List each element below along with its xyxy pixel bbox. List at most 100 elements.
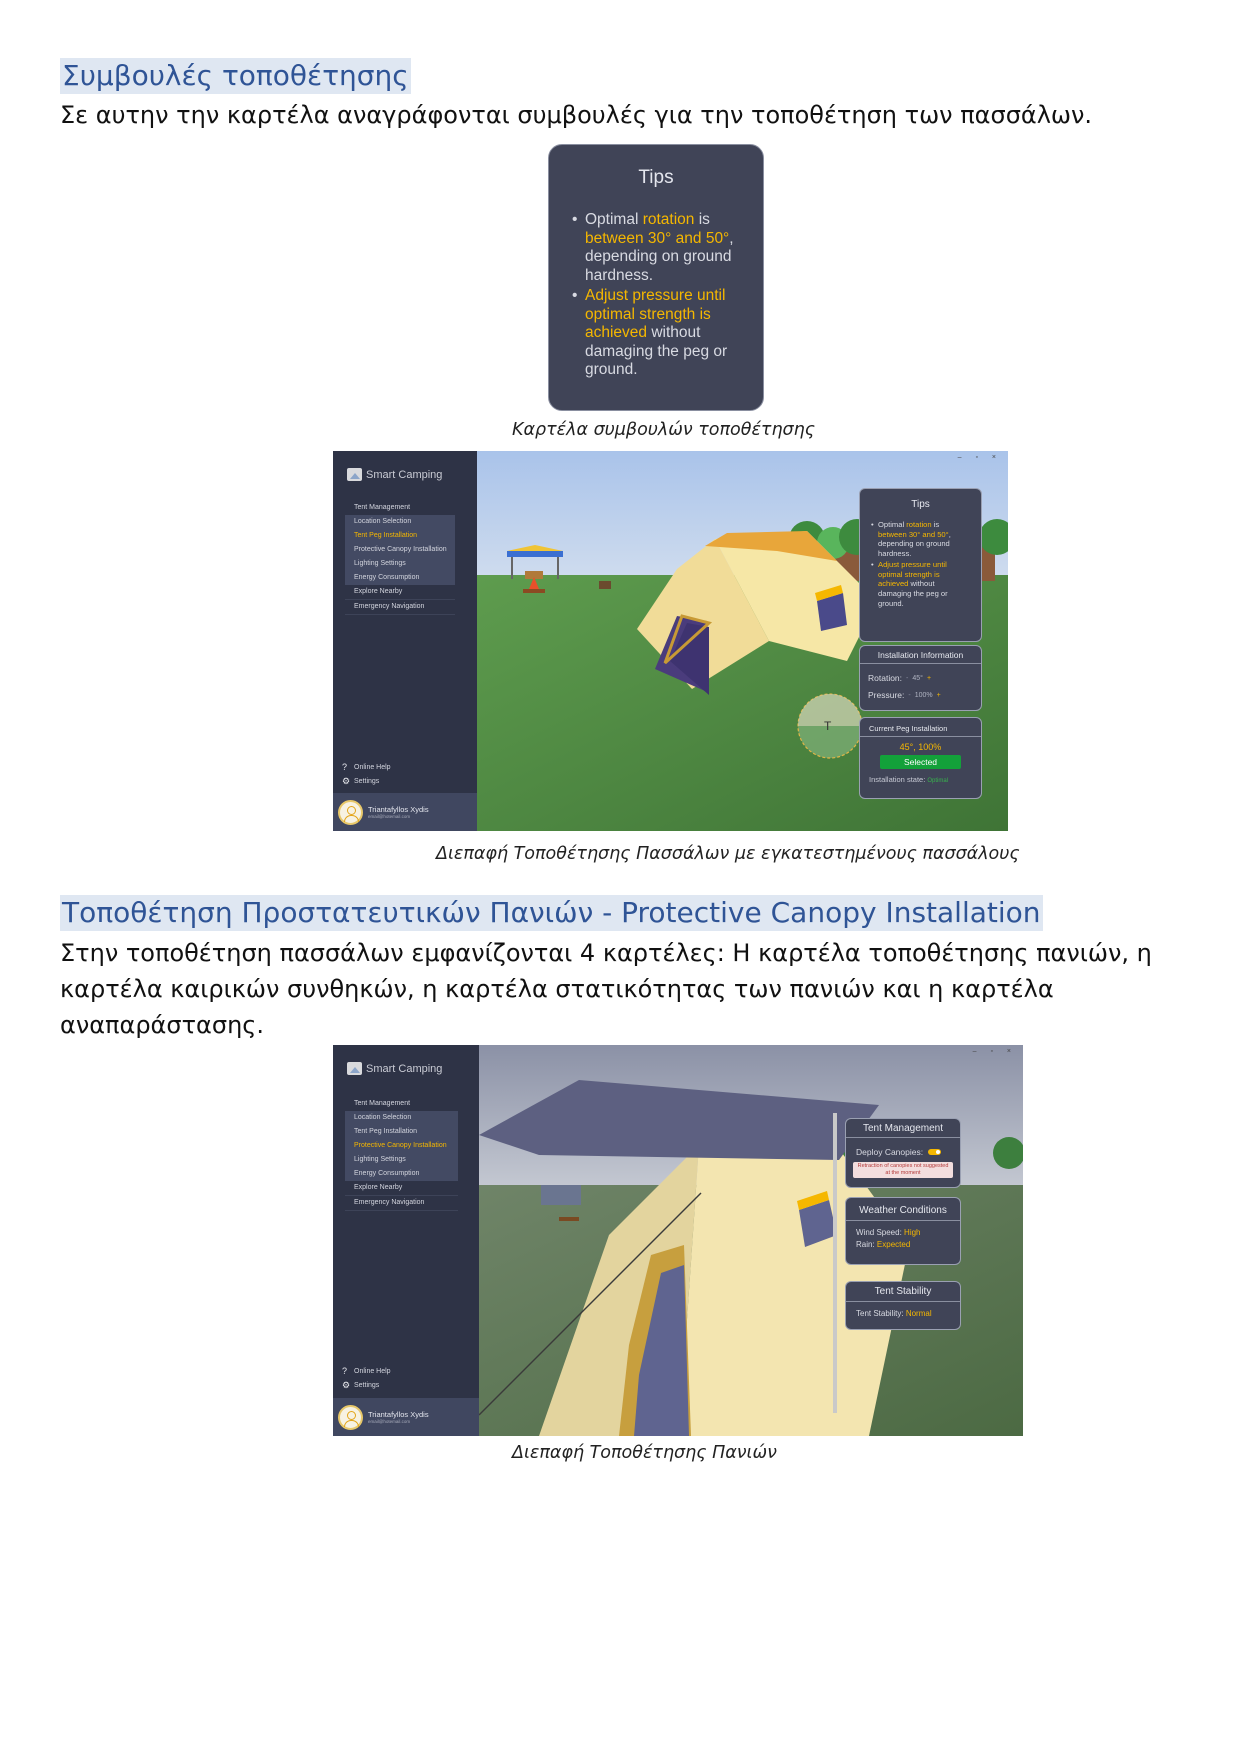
settings-link[interactable]: ⚙ Settings: [342, 1380, 379, 1391]
pressure-decrease-button[interactable]: -: [908, 692, 910, 699]
user-name: Triantafyllos Xydis: [368, 805, 429, 814]
tent-management-panel: Tent Management Deploy Canopies: Retract…: [845, 1118, 961, 1188]
window-controls[interactable]: – ▫ ×: [973, 1048, 1017, 1055]
tent-stability-label: Tent Stability:: [856, 1309, 904, 1318]
peg-installation-screenshot: Smart Camping Tent Management Location S…: [333, 451, 1008, 831]
current-peg-installation-panel: Current Peg Installation 45°, 100% Selec…: [859, 717, 982, 799]
tent-management-title: Tent Management: [846, 1123, 960, 1138]
rotation-increase-button[interactable]: +: [927, 675, 931, 682]
tip-rotation: Optimal rotation is between 30° and 50°,…: [572, 211, 745, 285]
gear-icon: ⚙: [342, 1380, 351, 1390]
logo-icon: [347, 1062, 362, 1075]
rotation-decrease-button[interactable]: -: [906, 675, 908, 682]
avatar: [338, 799, 363, 825]
section-paragraph-canopy: Στην τοποθέτηση πασσάλων εμφανίζονται 4 …: [60, 939, 1152, 1039]
wind-speed-value: High: [904, 1228, 921, 1237]
gazebo: [541, 1185, 581, 1205]
nav-emergency-navigation[interactable]: Emergency Navigation: [345, 1196, 458, 1210]
figure-caption-tips: Καρτέλα συμβουλών τοποθέτησης: [512, 420, 816, 440]
canopy-warning-message: Retraction of canopies not suggested at …: [853, 1162, 953, 1178]
nav-protective-canopy-installation[interactable]: Protective Canopy Installation: [345, 543, 455, 557]
current-peg-value: 45°, 100%: [899, 742, 942, 752]
window-controls[interactable]: – ▫ ×: [958, 454, 1002, 461]
nav-menu: Tent Management Location Selection Tent …: [345, 1097, 458, 1211]
installation-information-title: Installation Information: [860, 650, 981, 664]
nav-lighting-settings[interactable]: Lighting Settings: [345, 557, 455, 571]
user-email: email@hotemail.com: [368, 814, 411, 819]
settings-link[interactable]: ⚙ Settings: [342, 776, 379, 787]
selected-button[interactable]: Selected: [880, 755, 961, 769]
canopy-pole: [833, 1113, 837, 1413]
nav-lighting-settings[interactable]: Lighting Settings: [345, 1153, 458, 1167]
tent-stability-title: Tent Stability: [846, 1286, 960, 1302]
tips-title: Tips: [638, 167, 674, 188]
rain-value: Expected: [876, 1240, 911, 1249]
logo-icon: [347, 468, 362, 481]
campfire: [559, 1217, 579, 1221]
gear-icon: ⚙: [342, 776, 351, 786]
tip-rotation-small: Optimal rotation is between 30° and 50°,…: [871, 520, 958, 559]
nav-emergency-navigation[interactable]: Emergency Navigation: [345, 600, 455, 614]
nav-energy-consumption[interactable]: Energy Consumption: [345, 1167, 458, 1181]
nav-tent-management[interactable]: Tent Management: [345, 501, 455, 515]
nav-explore-nearby[interactable]: Explore Nearby: [345, 1181, 458, 1195]
wind-speed-label: Wind Speed:: [856, 1228, 902, 1237]
peg-marker-label[interactable]: T: [824, 719, 831, 733]
tips-list: Optimal rotation is between 30° and 50°,…: [572, 211, 763, 380]
pressure-value: 100%: [914, 691, 933, 699]
pressure-increase-button[interactable]: +: [937, 692, 941, 699]
rotation-label: Rotation:: [868, 673, 903, 683]
user-name: Triantafyllos Xydis: [368, 1410, 429, 1419]
installation-state-value: Optimal: [927, 778, 949, 784]
sidebar: Smart Camping Tent Management Location S…: [333, 1045, 479, 1436]
3d-scene[interactable]: T – ▫ × Tips Optimal rotation is between…: [477, 451, 1008, 831]
user-profile[interactable]: Triantafyllos Xydis email@hotemail.com: [333, 793, 477, 831]
3d-scene[interactable]: – ▫ × Tent Management Deploy Canopies: R…: [479, 1045, 1023, 1436]
figure-caption-canopy-interface: Διεπαφή Τοποθέτησης Πανιών: [512, 1443, 777, 1463]
app-logo: Smart Camping: [347, 1062, 442, 1075]
section-heading-canopy: Τοποθέτηση Προστατευτικών Πανιών - Prote…: [60, 895, 1043, 931]
nav-explore-nearby[interactable]: Explore Nearby: [345, 585, 455, 599]
online-help-link[interactable]: ? Online Help: [342, 762, 391, 772]
tent-stability-row: Tent Stability: Normal: [856, 1309, 960, 1318]
nav-protective-canopy-installation[interactable]: Protective Canopy Installation: [345, 1139, 458, 1153]
section-paragraph-tips: Σε αυτην την καρτέλα αναγράφονται συμβου…: [60, 101, 1093, 129]
question-icon: ?: [342, 1366, 348, 1376]
tent-stability-panel: Tent Stability Tent Stability: Normal: [845, 1281, 961, 1330]
question-icon: ?: [342, 762, 348, 772]
installation-information-panel: Installation Information Rotation: - 45°…: [859, 645, 982, 711]
nav-location-selection[interactable]: Location Selection: [345, 1111, 458, 1125]
nav-tent-peg-installation[interactable]: Tent Peg Installation: [345, 529, 455, 543]
figure-caption-peg-interface: Διεπαφή Τοποθέτησης Πασσάλων με εγκατεστ…: [436, 844, 1020, 864]
nav-energy-consumption[interactable]: Energy Consumption: [345, 571, 455, 585]
installation-state-row: Installation state: Optimal: [869, 775, 981, 784]
wind-speed-row: Wind Speed: High: [856, 1228, 960, 1237]
nav-tent-peg-installation[interactable]: Tent Peg Installation: [345, 1125, 458, 1139]
tips-panel-list: Optimal rotation is between 30° and 50°,…: [871, 520, 981, 609]
rotation-value: 45°: [912, 674, 923, 682]
tip-pressure-small: Adjust pressure until optimal strength i…: [871, 560, 958, 609]
axe-stump: [599, 581, 611, 589]
nav-location-selection[interactable]: Location Selection: [345, 515, 455, 529]
pressure-label: Pressure:: [868, 690, 905, 700]
deploy-canopies-toggle[interactable]: [928, 1149, 942, 1155]
rain-label: Rain:: [856, 1240, 875, 1249]
online-help-link[interactable]: ? Online Help: [342, 1366, 391, 1376]
section-heading-tips: Συμβουλές τοποθέτησης: [60, 58, 411, 94]
avatar: [338, 1404, 363, 1430]
installation-state-label: Installation state:: [869, 775, 926, 784]
tip-pressure: Adjust pressure until optimal strength i…: [572, 287, 745, 380]
app-logo: Smart Camping: [347, 468, 442, 481]
user-email: email@hotemail.com: [368, 1419, 411, 1424]
pressure-row: Pressure: - 100% +: [868, 690, 981, 700]
weather-conditions-panel: Weather Conditions Wind Speed: High Rain…: [845, 1197, 961, 1265]
tips-panel-title: Tips: [911, 499, 930, 510]
nav-menu: Tent Management Location Selection Tent …: [345, 501, 455, 615]
deploy-canopies-row: Deploy Canopies:: [856, 1147, 960, 1157]
rotation-row: Rotation: - 45° +: [868, 673, 981, 683]
tent-stability-value: Normal: [905, 1309, 932, 1318]
app-title: Smart Camping: [366, 1062, 443, 1075]
user-profile[interactable]: Triantafyllos Xydis email@hotemail.com: [333, 1398, 479, 1436]
weather-conditions-title: Weather Conditions: [846, 1205, 960, 1221]
nav-tent-management[interactable]: Tent Management: [345, 1097, 458, 1111]
